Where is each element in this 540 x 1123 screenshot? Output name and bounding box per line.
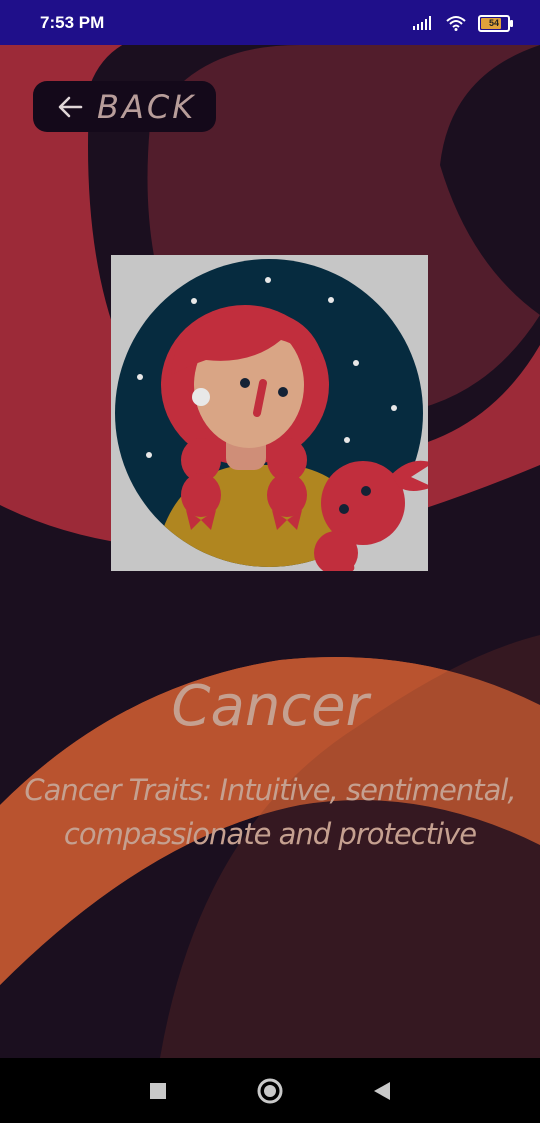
- battery-icon: 54: [478, 14, 513, 32]
- recents-square-icon: [150, 1082, 166, 1099]
- wifi-icon: [446, 16, 466, 31]
- home-button[interactable]: [250, 1058, 290, 1123]
- back-button-label: BACK: [97, 87, 197, 126]
- system-nav-bar: [0, 1058, 540, 1123]
- arrow-left-icon: [58, 96, 83, 117]
- nav-back-button[interactable]: [362, 1058, 402, 1123]
- status-time: 7:53 PM: [40, 13, 105, 32]
- battery-level: 54: [488, 17, 499, 28]
- back-triangle-icon: [374, 1081, 390, 1100]
- status-bar: 7:53 PM 54: [0, 0, 540, 45]
- status-icons: 54: [412, 12, 513, 34]
- signal-icon: [413, 16, 431, 30]
- sign-traits: Cancer Traits: Intuitive, sentimental, c…: [24, 773, 516, 851]
- recents-button[interactable]: [138, 1058, 178, 1123]
- cancer-illustration: [111, 255, 428, 571]
- back-button[interactable]: BACK: [33, 81, 216, 132]
- sign-title: Cancer: [171, 674, 369, 739]
- home-circle-icon: [257, 1078, 283, 1103]
